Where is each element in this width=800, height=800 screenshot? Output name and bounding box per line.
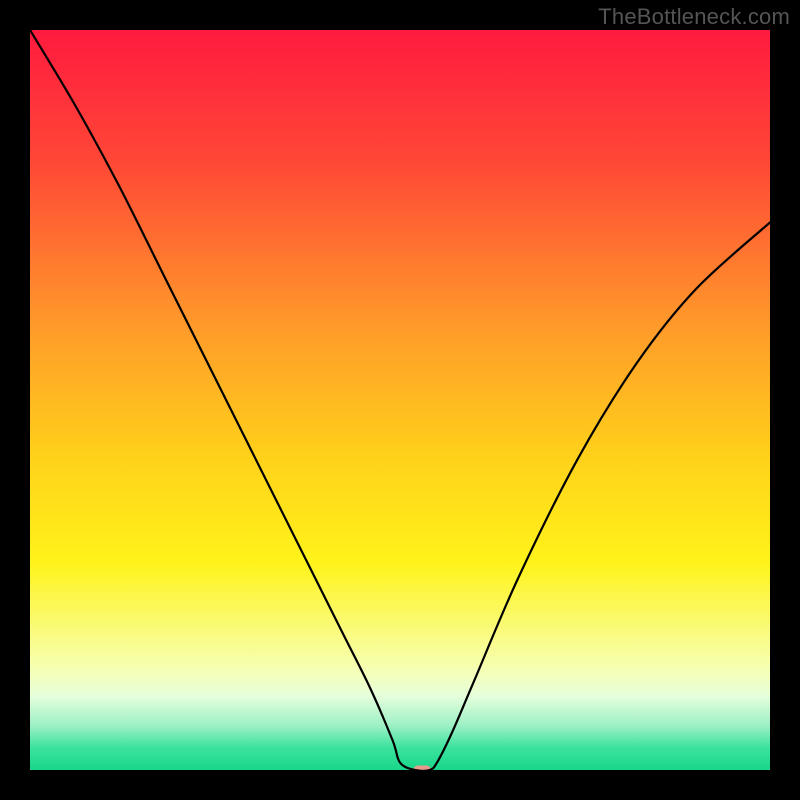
chart-frame: TheBottleneck.com	[0, 0, 800, 800]
watermark-text: TheBottleneck.com	[598, 4, 790, 30]
chart-svg	[30, 30, 770, 770]
plot-area	[30, 30, 770, 770]
gradient-background	[30, 30, 770, 770]
